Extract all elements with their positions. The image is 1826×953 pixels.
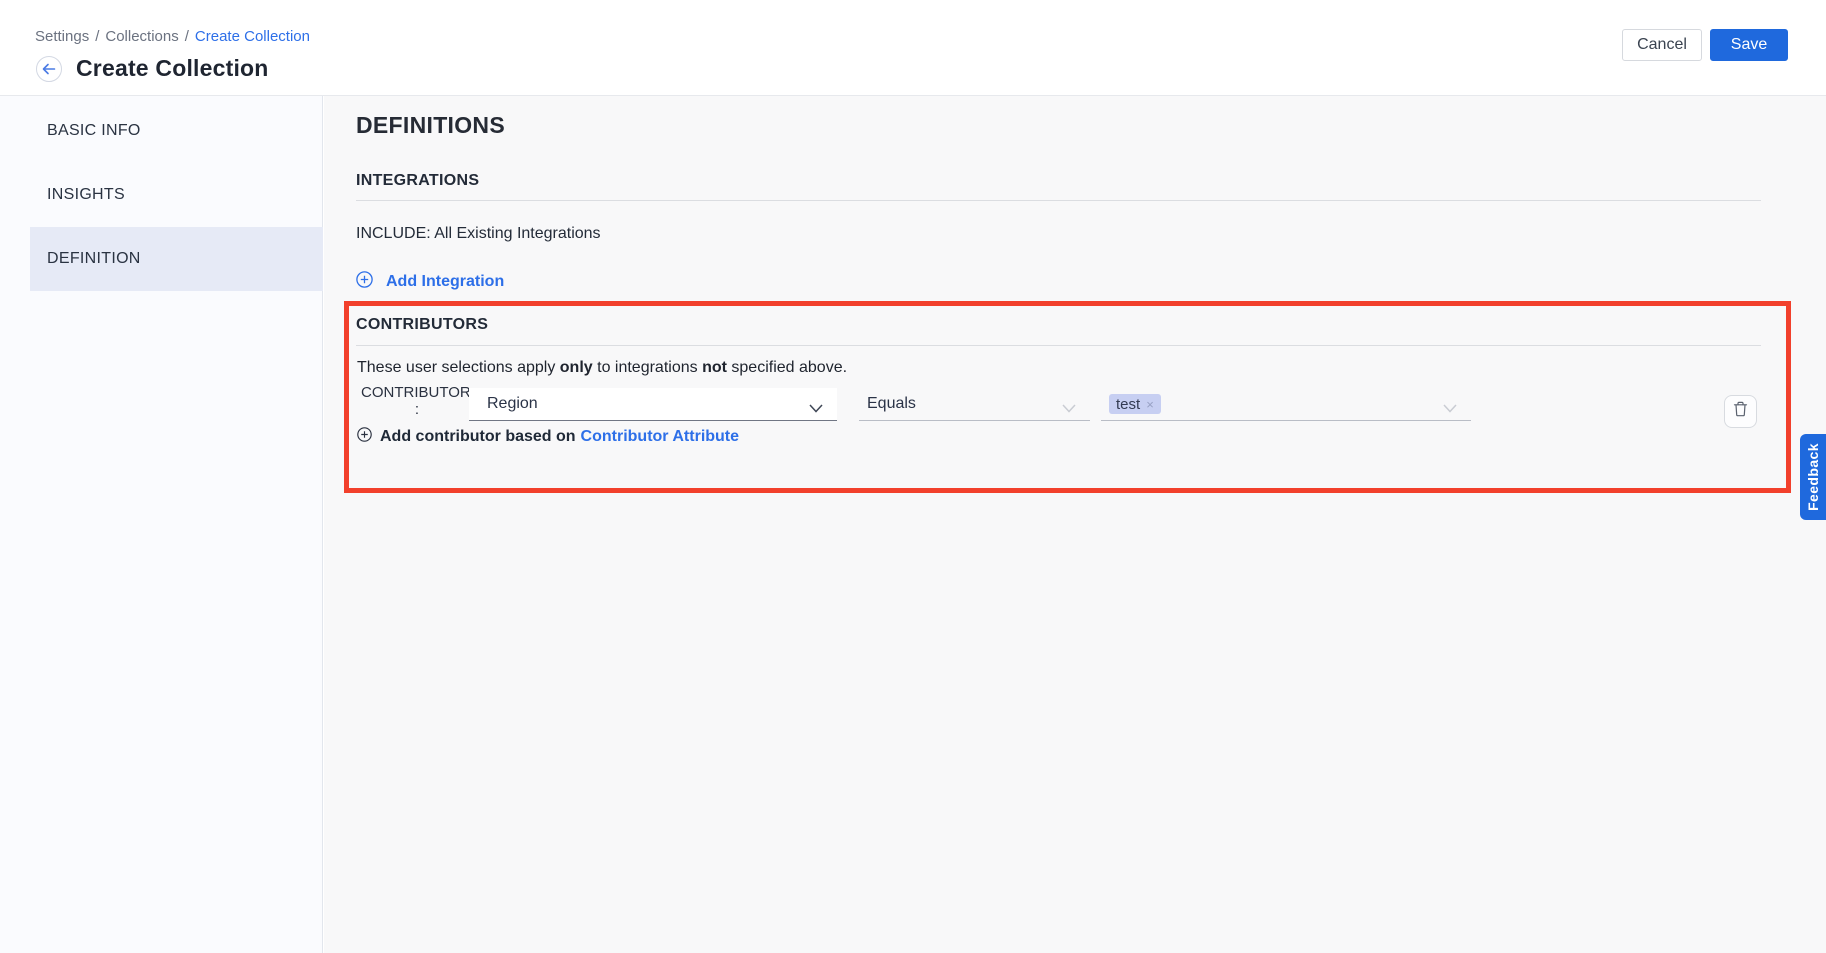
circle-plus-icon xyxy=(357,427,372,447)
sidebar-item-insights[interactable]: INSIGHTS xyxy=(30,163,323,227)
breadcrumb-create-collection[interactable]: Create Collection xyxy=(195,28,310,45)
integrations-section-label: INTEGRATIONS xyxy=(356,172,479,190)
add-integration-label: Add Integration xyxy=(386,273,504,291)
trash-icon xyxy=(1733,401,1748,422)
breadcrumb-settings[interactable]: Settings xyxy=(35,28,89,45)
value-tag: test × xyxy=(1109,394,1161,414)
contributor-label-text: CONTRIBUTOR xyxy=(361,384,461,401)
contributors-section-label: CONTRIBUTORS xyxy=(356,316,488,334)
feedback-tab-label: Feedback xyxy=(1805,443,1821,511)
definition-panel: DEFINITIONS INTEGRATIONS INCLUDE: All Ex… xyxy=(324,96,1826,953)
breadcrumb-collections[interactable]: Collections xyxy=(105,28,178,45)
save-button[interactable]: Save xyxy=(1710,29,1788,61)
contributors-description: These user selections apply only to inte… xyxy=(357,359,847,377)
page-title: Create Collection xyxy=(76,55,269,82)
sidebar-item-basic-info[interactable]: BASIC INFO xyxy=(30,99,323,163)
description-bold-not: not xyxy=(702,359,727,376)
value-tag-label: test xyxy=(1116,396,1140,413)
breadcrumb-separator: / xyxy=(95,28,99,45)
page-header: Settings / Collections / Create Collection C… xyxy=(0,0,1826,96)
description-bold-only: only xyxy=(560,359,593,376)
attribute-select[interactable]: Region xyxy=(469,388,837,421)
cancel-button[interactable]: Cancel xyxy=(1622,29,1702,61)
chevron-down-icon xyxy=(1443,400,1457,418)
back-button[interactable] xyxy=(36,56,62,82)
settings-sidebar: BASIC INFO INSIGHTS DEFINITION xyxy=(0,96,323,953)
description-text: to integrations xyxy=(593,359,702,376)
integrations-divider xyxy=(356,200,1761,201)
attribute-select-value: Region xyxy=(487,395,538,413)
contributor-label-colon: : xyxy=(361,401,461,418)
chevron-down-icon xyxy=(809,400,823,418)
arrow-left-icon xyxy=(42,63,56,75)
add-contributor-prefix: Add contributor based on xyxy=(380,428,576,446)
chevron-down-icon xyxy=(1062,400,1076,418)
add-integration-button[interactable]: Add Integration xyxy=(356,271,504,293)
description-text: specified above. xyxy=(727,359,847,376)
breadcrumb-separator: / xyxy=(185,28,189,45)
values-multiselect[interactable]: test × xyxy=(1101,388,1471,421)
circle-plus-icon xyxy=(356,271,373,293)
operator-select[interactable]: Equals xyxy=(859,388,1090,421)
contributors-divider xyxy=(356,345,1761,346)
delete-contributor-button[interactable] xyxy=(1724,395,1757,428)
breadcrumb: Settings / Collections / Create Collection xyxy=(35,28,310,45)
remove-tag-icon[interactable]: × xyxy=(1146,397,1154,412)
operator-select-value: Equals xyxy=(867,395,916,413)
include-integrations-text: INCLUDE: All Existing Integrations xyxy=(356,225,601,243)
sidebar-item-definition[interactable]: DEFINITION xyxy=(30,227,323,291)
add-contributor-row[interactable]: Add contributor based on Contributor Att… xyxy=(357,427,739,447)
definitions-heading: DEFINITIONS xyxy=(356,112,505,139)
feedback-tab[interactable]: Feedback xyxy=(1800,434,1826,520)
description-text: These user selections apply xyxy=(357,359,560,376)
contributor-attribute-link[interactable]: Contributor Attribute xyxy=(581,428,739,446)
contributor-row-label: CONTRIBUTOR : xyxy=(361,384,461,418)
